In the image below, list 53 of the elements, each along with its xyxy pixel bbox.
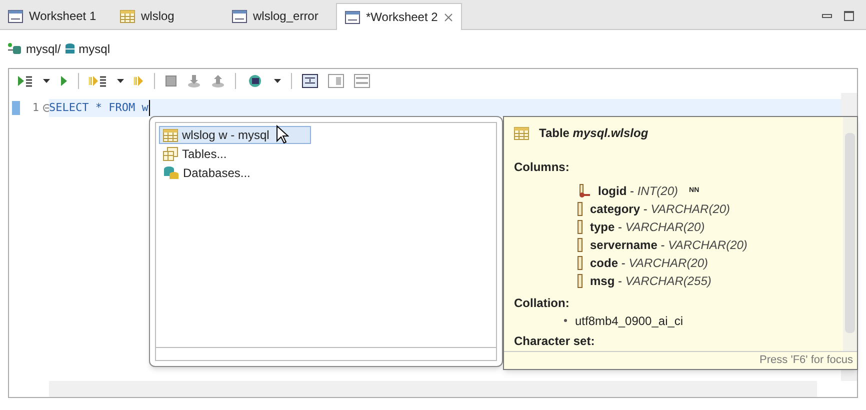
step-run-icon[interactable] — [134, 75, 144, 87]
column-entry: code - VARCHAR(20) — [590, 255, 708, 272]
section-heading: Columns: — [514, 159, 570, 176]
section-heading: Character set: — [514, 333, 596, 350]
column-entry: servername - VARCHAR(20) — [590, 237, 748, 254]
collation-value: utf8mb4_0900_ai_ci — [575, 312, 684, 330]
table-icon — [163, 128, 178, 142]
column-entry: type - VARCHAR(20) — [590, 219, 705, 236]
connection-icon — [8, 43, 22, 55]
tables-icon — [163, 147, 178, 161]
column-entry: logid - INT(20) — [598, 183, 678, 200]
table-icon — [120, 10, 135, 22]
panel-icon[interactable] — [302, 74, 318, 88]
database-icon — [64, 43, 75, 55]
mouse-pointer-icon — [276, 125, 289, 145]
connect-icon[interactable] — [246, 74, 264, 88]
column-entry: msg - VARCHAR(255) — [590, 273, 712, 290]
run-icon[interactable] — [60, 75, 68, 87]
dropdown-caret-icon[interactable] — [117, 79, 124, 83]
bullet-icon — [564, 319, 567, 322]
vertical-scrollbar[interactable] — [843, 117, 857, 351]
horizontal-scrollbar[interactable] — [49, 381, 817, 397]
info-title: Table mysql.wlslog — [539, 125, 648, 142]
sql-file-icon — [232, 10, 247, 22]
databases-icon — [163, 166, 179, 180]
proposal-item[interactable]: Databases... — [159, 164, 311, 182]
marker-bar — [12, 101, 20, 115]
focus-hint: Press 'F6' for focus — [760, 353, 853, 368]
sql-file-icon — [8, 10, 23, 22]
layout-icon[interactable] — [354, 74, 370, 88]
table-icon — [514, 126, 529, 140]
editor-tab[interactable]: *Worksheet 2 — [336, 3, 462, 30]
stop-icon[interactable] — [165, 75, 177, 87]
minimize-icon[interactable] — [822, 14, 832, 18]
sql-file-icon — [345, 10, 360, 24]
connection-link[interactable]: mysql/ — [26, 40, 61, 58]
dropdown-caret-icon[interactable] — [43, 79, 50, 83]
dropdown-caret-icon[interactable] — [274, 79, 281, 83]
maximize-icon[interactable] — [844, 11, 854, 21]
run-script-icon[interactable] — [17, 75, 33, 87]
line-number: 1 — [32, 100, 39, 116]
code-line: SELECT * FROM w — [49, 100, 150, 116]
database-link[interactable]: mysql — [78, 40, 110, 58]
layout-icon[interactable] — [328, 74, 344, 88]
close-icon[interactable] — [444, 12, 453, 22]
column-entry: category - VARCHAR(20) — [590, 201, 730, 218]
proposal-item[interactable]: wlslog w - mysql — [159, 126, 311, 144]
run-all-icon[interactable] — [89, 75, 107, 87]
import-icon[interactable] — [187, 74, 201, 88]
proposal-item[interactable]: Tables... — [159, 145, 311, 163]
fold-icon — [42, 104, 49, 112]
section-heading: Collation: — [514, 295, 570, 312]
export-icon[interactable] — [211, 74, 225, 88]
